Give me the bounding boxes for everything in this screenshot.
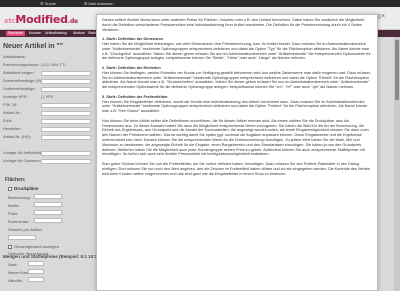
logo-main: xtc bbox=[4, 17, 16, 25]
help-paragraph: Hier haben Sie die Möglichkeit festzuleg… bbox=[102, 41, 371, 61]
druck-row: Berechnung: bbox=[8, 194, 62, 200]
help-paragraph: Dieses zeitlich flexible Modul kann unte… bbox=[102, 18, 365, 32]
select-field[interactable] bbox=[41, 151, 91, 156]
logo-rest: Modified bbox=[15, 13, 68, 26]
page-title: Neuer Artikel in "" bbox=[3, 43, 64, 50]
input-field[interactable] bbox=[34, 218, 62, 223]
select-field[interactable] bbox=[41, 159, 91, 164]
input-field[interactable] bbox=[28, 269, 44, 274]
mengen-title: Mengen und Staffelpreise (Beispiel: 5:1 … bbox=[3, 254, 111, 259]
help-text: Dieses zeitlich flexible Modul kann unte… bbox=[102, 18, 372, 181]
help-paragraph: Zum guten Schluss können Sie nun die Fre… bbox=[102, 161, 370, 176]
form-label: EAN: bbox=[3, 118, 13, 123]
druck-label: Preis: bbox=[8, 211, 19, 216]
input-field[interactable] bbox=[41, 87, 91, 92]
faecher-label: Flächen: bbox=[5, 177, 26, 183]
tab-artikelkatalog[interactable]: Artikelkatalog bbox=[43, 31, 69, 36]
top-bar: ☰ Suche ✉ Mail Adressen bbox=[0, 0, 400, 7]
input-field[interactable] bbox=[28, 261, 44, 266]
form-row: Vorlage für Optionen: bbox=[3, 158, 93, 166]
form-row: Anzeige VPE: [ ] VPE bbox=[3, 94, 93, 102]
form-label: Erscheinungsdatum: bbox=[3, 62, 40, 67]
form-row bbox=[3, 142, 93, 150]
form-row: EAN: bbox=[3, 118, 93, 126]
form-row: Sortierreihenfolge: bbox=[3, 86, 93, 94]
help-paragraph: Hier können Sie Eingabefelder definieren… bbox=[102, 99, 368, 114]
price-label: Gast: bbox=[8, 262, 18, 267]
form-row: Artikel-Nr. (HS): bbox=[3, 134, 93, 142]
price-row: Händler: bbox=[8, 277, 44, 283]
form-label: Artikel-Nr. (HS): bbox=[3, 134, 31, 139]
tab-kunden[interactable]: Kunden bbox=[27, 31, 43, 36]
form-row: FSK 18: bbox=[3, 102, 93, 110]
druck-row: Gewicht pro Artikel: bbox=[8, 227, 42, 232]
form-label: Sortierreihenfolge: bbox=[3, 86, 36, 91]
form-label: Vorlage für Optionen: bbox=[3, 158, 41, 163]
select-field[interactable] bbox=[41, 103, 91, 108]
form-row: Artikelstatus: bbox=[3, 54, 93, 62]
form-label: FSK 18: bbox=[3, 102, 18, 107]
tab-startseite[interactable]: Startseite bbox=[6, 31, 26, 36]
price-row: Neuer Kunde: bbox=[8, 269, 44, 275]
form-row: Sortierreihenfolge (Startseite): bbox=[3, 78, 93, 86]
druck-label: Gewicht pro Artikel: bbox=[8, 227, 43, 232]
druck-row: Breite: bbox=[8, 202, 62, 208]
druck-row: Kommentar: bbox=[8, 218, 62, 224]
help-paragraph: Nun können Sie beim Artikel selber alle … bbox=[102, 118, 369, 157]
logo-suffix: .de bbox=[67, 18, 78, 25]
logo[interactable]: xtcModified.de bbox=[4, 13, 78, 26]
form-label: Artikel-Nr.: bbox=[3, 110, 22, 115]
select-field[interactable] bbox=[41, 71, 91, 76]
druck-label: Berechnung: bbox=[8, 195, 31, 200]
form-row: Vorlage für Artikeldetails: bbox=[3, 150, 93, 158]
help-modal: Dieses zeitlich flexible Modul kann unte… bbox=[96, 14, 378, 291]
form-label: Artikeltext zeigen: bbox=[3, 70, 35, 75]
input-field[interactable] bbox=[41, 135, 91, 140]
vpe-checkbox[interactable]: [ ] VPE bbox=[41, 94, 53, 99]
druck-title-label: Druckpläne bbox=[14, 186, 39, 191]
help-paragraph: Hier können Sie festlegen, welche Einhei… bbox=[102, 70, 371, 90]
input-field[interactable] bbox=[41, 111, 91, 116]
form-row: Artikeltext zeigen: bbox=[3, 70, 93, 78]
top-search-link[interactable]: ☰ Suche bbox=[40, 0, 56, 7]
price-label: Händler: bbox=[8, 278, 24, 283]
top-mail-link[interactable]: ✉ Mail Adressen bbox=[84, 0, 114, 7]
druck-label: Breite: bbox=[8, 203, 20, 208]
input-field[interactable] bbox=[34, 210, 62, 215]
druck-row: Preis: bbox=[8, 210, 62, 216]
input-field[interactable] bbox=[41, 79, 91, 84]
select-field[interactable] bbox=[41, 127, 91, 132]
close-icon[interactable]: × bbox=[379, 13, 387, 21]
gesamt-label: Gesamtgewicht anzeigen bbox=[14, 244, 59, 249]
input-field[interactable] bbox=[8, 235, 36, 240]
form-label: Anzeige VPE: bbox=[3, 94, 28, 99]
form-row: Hersteller: bbox=[3, 126, 93, 134]
select-field[interactable] bbox=[34, 194, 62, 199]
input-field[interactable] bbox=[34, 202, 62, 207]
tab-module[interactable]: Module bbox=[71, 31, 87, 36]
druck-title: Druckpläne bbox=[8, 186, 39, 191]
input-field[interactable] bbox=[41, 119, 91, 124]
article-form: Artikelstatus: Erscheinungsdatum: (JJJJ-M… bbox=[3, 54, 93, 166]
druck-label: Kommentar: bbox=[8, 219, 30, 224]
input-field[interactable] bbox=[28, 277, 44, 282]
form-label: Hersteller: bbox=[3, 126, 22, 131]
form-label: Artikelstatus: bbox=[3, 54, 26, 59]
form-row: Artikel-Nr.: bbox=[3, 110, 93, 118]
gesamt-checkbox[interactable] bbox=[8, 244, 12, 249]
druck-checkbox[interactable] bbox=[8, 186, 12, 191]
druck-row: Gesamtgewicht anzeigen bbox=[8, 244, 59, 249]
price-row: Gast: bbox=[8, 261, 44, 267]
date-format-hint: (JJJJ-MM-TT) bbox=[41, 62, 66, 67]
scroll-thumb[interactable] bbox=[395, 40, 399, 100]
form-row: Erscheinungsdatum: (JJJJ-MM-TT) bbox=[3, 62, 93, 70]
